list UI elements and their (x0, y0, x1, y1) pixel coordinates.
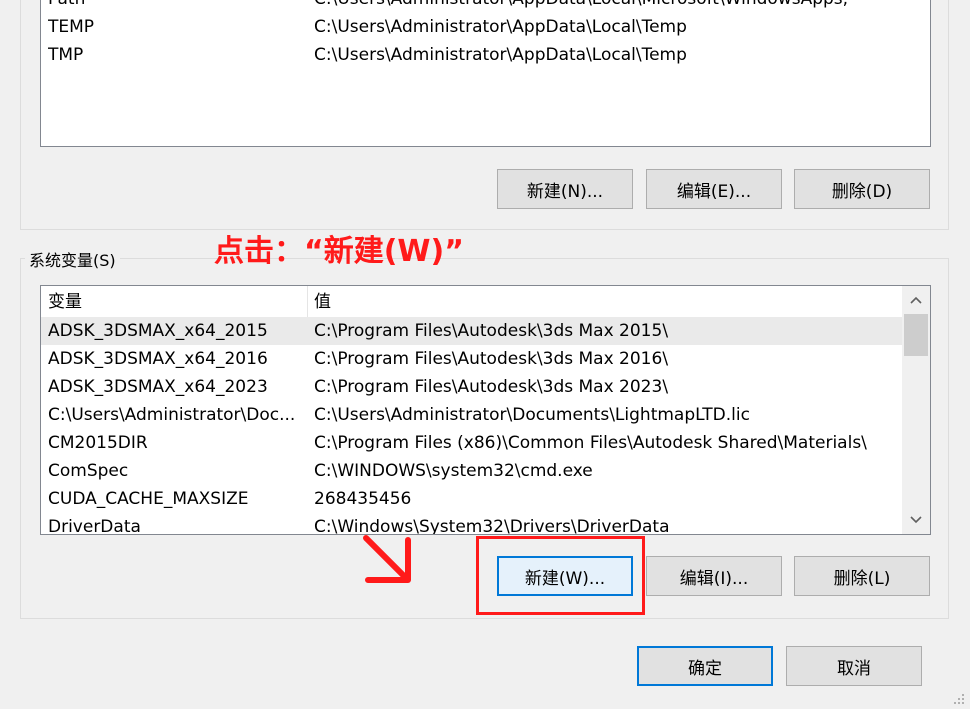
vertical-scrollbar[interactable] (902, 286, 930, 534)
table-row[interactable]: ADSK_3DSMAX_x64_2016 C:\Program Files\Au… (41, 345, 903, 373)
user-edit-button[interactable]: 编辑(E)... (646, 169, 782, 209)
user-delete-button[interactable]: 删除(D) (794, 169, 930, 209)
annotation-text: 点击：“新建(W)” (214, 234, 464, 269)
user-variables-list[interactable]: Path C:\Users\Administrator\AppData\Loca… (40, 0, 931, 147)
user-new-button[interactable]: 新建(N)... (497, 169, 633, 209)
scroll-thumb[interactable] (904, 314, 928, 356)
cancel-button[interactable]: 取消 (786, 646, 922, 686)
table-row[interactable]: ComSpec C:\WINDOWS\system32\cmd.exe (41, 457, 903, 485)
system-delete-button[interactable]: 删除(L) (794, 556, 930, 596)
ok-button[interactable]: 确定 (637, 646, 773, 686)
column-header-value[interactable]: 值 (314, 286, 331, 318)
resize-grip-icon[interactable] (950, 690, 966, 706)
column-header-variable[interactable]: 变量 (48, 286, 82, 318)
table-row[interactable]: ADSK_3DSMAX_x64_2015 C:\Program Files\Au… (41, 317, 903, 345)
column-divider[interactable] (307, 286, 308, 318)
list-item[interactable]: TEMP C:\Users\Administrator\AppData\Loca… (41, 13, 930, 41)
annotation-highlight-box (476, 536, 645, 615)
system-edit-button[interactable]: 编辑(I)... (646, 556, 782, 596)
table-row[interactable]: CUDA_CACHE_MAXSIZE 268435456 (41, 485, 903, 513)
system-variables-label: 系统变量(S) (25, 247, 120, 271)
list-header: 变量 值 (41, 286, 903, 318)
list-item[interactable]: TMP C:\Users\Administrator\AppData\Local… (41, 41, 930, 69)
table-row[interactable]: CM2015DIR C:\Program Files (x86)\Common … (41, 429, 903, 457)
table-row[interactable]: C:\Users\Administrator\Doc... C:\Users\A… (41, 401, 903, 429)
annotation-arrow-icon (363, 535, 411, 583)
list-item[interactable]: Path C:\Users\Administrator\AppData\Loca… (41, 0, 930, 13)
table-row[interactable]: DriverData C:\Windows\System32\Drivers\D… (41, 513, 903, 534)
system-variables-list[interactable]: 变量 值 ADSK_3DSMAX_x64_2015 C:\Program Fil… (40, 285, 931, 535)
scroll-up-icon[interactable] (902, 286, 930, 314)
scroll-down-icon[interactable] (902, 506, 930, 534)
table-row[interactable]: ADSK_3DSMAX_x64_2023 C:\Program Files\Au… (41, 373, 903, 401)
